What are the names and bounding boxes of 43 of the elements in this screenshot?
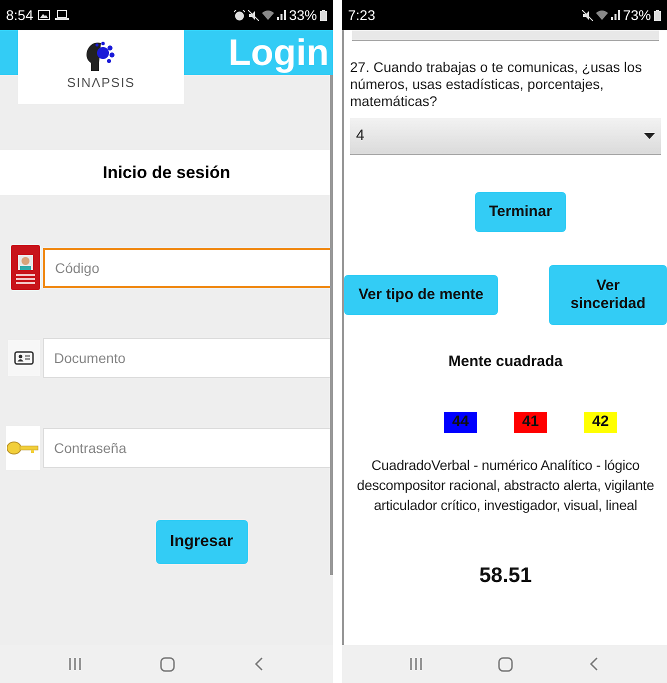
result-heading: Mente cuadrada — [448, 352, 563, 372]
battery-icon — [654, 10, 661, 20]
signal-icon — [276, 10, 286, 20]
page-title: Login — [228, 31, 329, 75]
total-score: 58.51 — [479, 562, 532, 588]
wifi-icon — [596, 10, 608, 20]
battery-icon — [320, 10, 327, 20]
badge-icon — [11, 245, 40, 290]
alarm-icon — [234, 10, 245, 20]
laptop-icon — [55, 10, 70, 20]
login-button[interactable]: Ingresar — [156, 520, 248, 564]
answer-dropdown[interactable]: 4 — [350, 118, 661, 155]
question-text: 27. Cuando trabajas o te comunicas, ¿usas los números, usas estadísticas, porcentajes, matemáticas? — [349, 59, 643, 110]
section-title: Inicio de sesión — [102, 162, 230, 184]
clock-time: 8:54 — [6, 6, 34, 24]
recent-apps-icon[interactable] — [410, 657, 422, 671]
logo-text: SINΛPSIS — [67, 74, 135, 92]
recent-apps-icon[interactable] — [69, 657, 82, 671]
finish-button[interactable]: Terminar — [475, 192, 566, 232]
home-icon[interactable] — [160, 656, 175, 672]
clock-time: 7:23 — [348, 6, 376, 24]
back-icon[interactable] — [589, 657, 599, 671]
id-card-icon — [8, 340, 40, 376]
image-icon — [38, 10, 50, 20]
battery-percentage: 73% — [622, 6, 651, 24]
score-tag: 41 — [514, 412, 547, 432]
mute-icon — [248, 10, 259, 20]
signal-icon — [610, 10, 620, 20]
input-field[interactable]: Código — [43, 248, 333, 288]
head-icon — [85, 41, 117, 72]
battery-percentage: 33% — [288, 6, 317, 24]
mute-icon — [582, 10, 593, 20]
score-tag: 42 — [584, 412, 617, 432]
caret-icon — [644, 133, 655, 139]
action-button[interactable]: Ver sinceridad — [549, 265, 667, 325]
action-button[interactable]: Ver tipo de mente — [344, 275, 498, 315]
wifi-icon — [262, 10, 274, 20]
key-icon — [6, 426, 40, 470]
back-icon[interactable] — [254, 657, 264, 671]
description-text: CuadradoVerbal - numérico Analítico - lógico descompositor racional, abstracto alerta, vigilante articulador crítico, investigador, visual, lineal — [356, 456, 656, 514]
score-tag: 44 — [444, 412, 477, 432]
dropdown-field[interactable] — [352, 30, 659, 41]
home-icon[interactable] — [498, 656, 513, 672]
